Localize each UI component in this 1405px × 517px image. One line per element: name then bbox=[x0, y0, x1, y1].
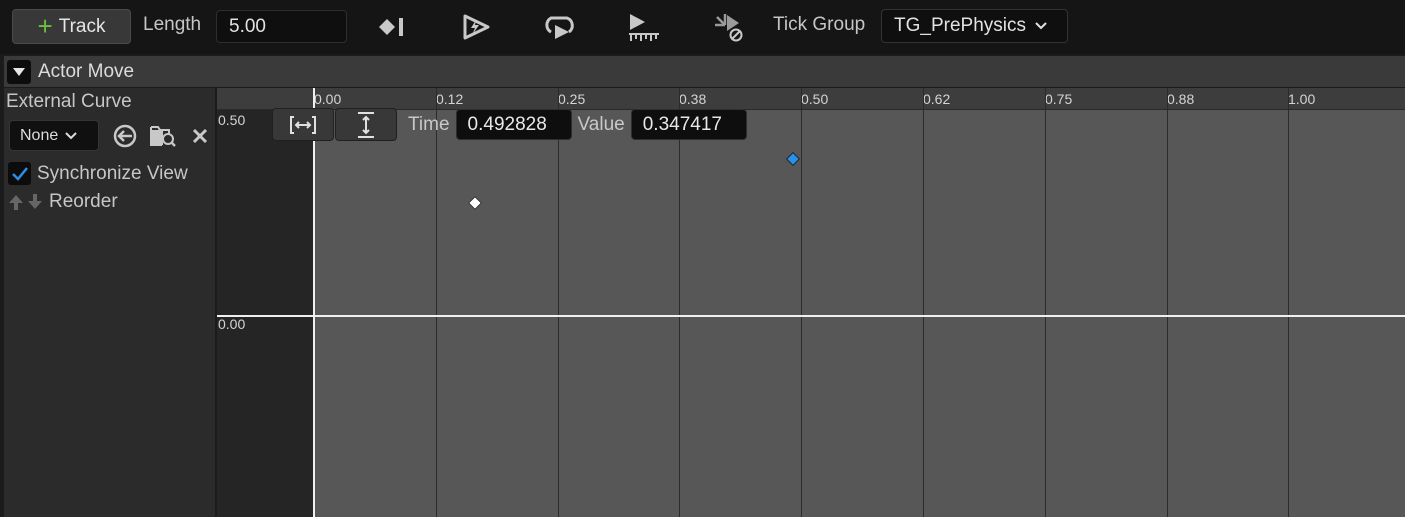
fit-horizontal-icon bbox=[290, 115, 316, 134]
grid-line bbox=[801, 88, 802, 517]
time-tick-label: 0.50 bbox=[801, 91, 829, 107]
curve-graph[interactable]: 0.00 0.12 0.25 0.38 0.50 0.62 0.75 0.88 1.00 0.5… bbox=[217, 88, 1405, 517]
length-label: Length bbox=[143, 14, 202, 35]
graph-toolbar: Time 0.492828 Value 0.347417 bbox=[272, 108, 747, 141]
replicated-icon[interactable] bbox=[626, 10, 662, 44]
checkmark-icon bbox=[11, 166, 28, 181]
grid-line bbox=[558, 88, 559, 517]
synchronize-view-row: Synchronize View bbox=[8, 162, 188, 185]
time-tick-label: 0.88 bbox=[1167, 91, 1195, 107]
reorder-label: Reorder bbox=[49, 191, 118, 212]
time-tick-label: 1.00 bbox=[1288, 91, 1316, 107]
key-time-input[interactable]: 0.492828 bbox=[455, 109, 572, 140]
time-tick-label: 0.38 bbox=[679, 91, 707, 107]
time-tick-label: 0.75 bbox=[1045, 91, 1073, 107]
value-zero-axis bbox=[217, 315, 1405, 317]
pre-range-area bbox=[217, 88, 314, 517]
time-tick-label: 0.12 bbox=[436, 91, 464, 107]
external-curve-select[interactable]: None bbox=[9, 120, 99, 151]
arrow-down-icon bbox=[28, 194, 42, 209]
ignore-time-dilation-icon[interactable] bbox=[710, 10, 746, 44]
add-track-label: Track bbox=[58, 15, 106, 37]
tick-group-label: Tick Group bbox=[773, 14, 866, 35]
loop-icon[interactable] bbox=[542, 10, 578, 44]
time-ruler[interactable]: 0.00 0.12 0.25 0.38 0.50 0.62 0.75 0.88 1.00 bbox=[217, 88, 1405, 110]
track-header: Actor Move bbox=[4, 56, 1405, 87]
key-value-input[interactable]: 0.347417 bbox=[630, 109, 747, 140]
tick-group-select[interactable]: TG_PrePhysics bbox=[881, 9, 1068, 43]
grid-line bbox=[436, 88, 437, 517]
chevron-down-icon bbox=[65, 131, 77, 139]
time-zero-axis bbox=[313, 88, 315, 517]
timeline-editor: + Track Length 5.00 Tick Group TG_PrePhy… bbox=[0, 0, 1405, 517]
external-curve-label: External Curve bbox=[6, 91, 132, 112]
value-label: Value bbox=[577, 113, 625, 135]
toolbar: + Track Length 5.00 Tick Group TG_PrePhy… bbox=[0, 0, 1405, 54]
zoom-to-fit-horizontal-button[interactable] bbox=[272, 108, 334, 141]
autoplay-icon[interactable] bbox=[458, 10, 494, 44]
synchronize-view-checkbox[interactable] bbox=[8, 162, 31, 185]
browse-asset-icon[interactable] bbox=[149, 122, 177, 150]
synchronize-view-label: Synchronize View bbox=[37, 162, 188, 184]
reorder-control[interactable]: Reorder bbox=[7, 191, 118, 213]
fit-vertical-icon bbox=[358, 111, 374, 138]
plus-icon: + bbox=[37, 10, 53, 41]
grid-line bbox=[923, 88, 924, 517]
tick-group-value: TG_PrePhysics bbox=[894, 15, 1026, 36]
triangle-down-icon bbox=[13, 67, 25, 76]
use-selected-asset-icon[interactable] bbox=[111, 122, 139, 150]
grid-line bbox=[1288, 88, 1289, 517]
y-label-top: 0.50 bbox=[218, 112, 246, 128]
arrow-up-icon bbox=[9, 195, 23, 210]
time-tick-label: 0.00 bbox=[314, 91, 342, 107]
time-tick-label: 0.25 bbox=[558, 91, 586, 107]
use-last-keyframe-icon[interactable] bbox=[374, 10, 410, 44]
grid-line bbox=[679, 88, 680, 517]
zoom-to-fit-vertical-button[interactable] bbox=[335, 108, 397, 141]
grid-line bbox=[1045, 88, 1046, 517]
grid-line bbox=[1167, 88, 1168, 517]
add-track-button[interactable]: + Track bbox=[12, 9, 131, 44]
y-label-zero: 0.00 bbox=[218, 316, 246, 332]
time-label: Time bbox=[408, 113, 450, 135]
keyframe[interactable] bbox=[467, 195, 482, 210]
chevron-down-icon bbox=[1035, 22, 1047, 30]
clear-icon[interactable] bbox=[186, 122, 214, 150]
length-input[interactable]: 5.00 bbox=[216, 10, 347, 43]
curve-select-value: None bbox=[20, 126, 59, 144]
track-properties-panel: External Curve None Synchronize View Reo… bbox=[4, 88, 215, 517]
time-tick-label: 0.62 bbox=[923, 91, 951, 107]
track-name: Actor Move bbox=[38, 60, 135, 82]
collapse-track-button[interactable] bbox=[7, 59, 31, 84]
keyframe-selected[interactable] bbox=[786, 152, 801, 167]
